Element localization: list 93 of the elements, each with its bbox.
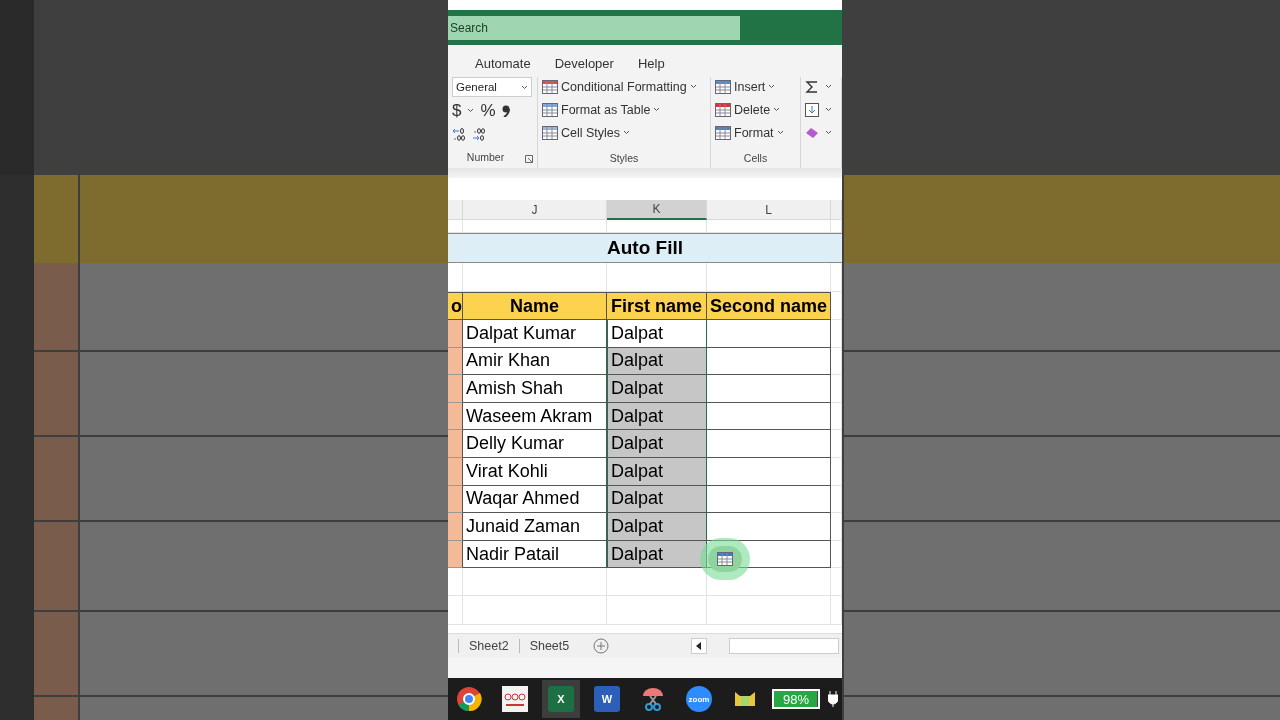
table-icon <box>542 79 558 94</box>
header-cell: o <box>448 292 463 320</box>
table-cell: Junaid Zaman <box>463 513 607 541</box>
table-cell <box>448 347 463 376</box>
header-cell: Name <box>463 292 607 320</box>
column-header[interactable]: L <box>707 200 831 220</box>
ribbon-command[interactable]: Insert <box>715 77 796 96</box>
group-label: Cells <box>742 152 769 166</box>
header-cell: First name <box>607 292 707 320</box>
table-cell <box>448 402 463 431</box>
table-cell: Amish Shah <box>463 375 607 403</box>
table-icon <box>715 102 731 117</box>
currency-button[interactable]: $ <box>452 100 462 121</box>
table-cell <box>448 540 463 569</box>
header-cell: Second name <box>707 292 831 320</box>
table-cell: Dalpat <box>607 347 707 376</box>
battery-indicator: 98% <box>772 689 820 709</box>
table-cell: Dalpat <box>607 513 707 541</box>
horizontal-scrollbar[interactable] <box>729 638 840 654</box>
scissors-icon <box>640 686 666 712</box>
scroll-left-icon[interactable] <box>691 638 708 654</box>
sigma-icon[interactable] <box>805 79 819 94</box>
table-cell: Dalpat <box>607 457 707 486</box>
add-sheet-icon[interactable] <box>593 638 610 654</box>
caret-icon <box>768 84 776 89</box>
table-icon <box>542 102 558 117</box>
grid-cell <box>448 596 463 626</box>
percent-button[interactable]: % <box>480 100 496 121</box>
ribbon-tab[interactable]: Help <box>637 55 665 71</box>
table-cell: Dalpat <box>607 320 707 348</box>
decimal-increase-icon[interactable] <box>452 126 466 141</box>
table-cell: Dalpat Kumar <box>463 320 607 348</box>
table-icon <box>717 552 733 566</box>
ribbon-tab[interactable]: Automate <box>475 55 531 71</box>
table-cell: Dalpat <box>607 540 707 569</box>
table-icon <box>715 79 731 94</box>
table-cell: Dalpat <box>607 430 707 458</box>
table-cell <box>448 375 463 403</box>
auto-fill-options-button[interactable] <box>708 546 742 572</box>
taskbar-button[interactable]: X <box>542 680 580 718</box>
table-cell <box>448 430 463 458</box>
caret-icon <box>776 130 784 135</box>
sheet-tab[interactable]: Sheet5 <box>518 639 580 653</box>
table-cell: Dalpat <box>607 402 707 431</box>
table-cell <box>448 457 463 486</box>
caret-icon <box>825 107 832 112</box>
title-cell: Auto Fill <box>448 233 842 263</box>
number-format-dropdown[interactable]: General <box>452 77 532 97</box>
table-cell: Amir Khan <box>463 347 607 376</box>
sheet-tab[interactable]: Sheet2 <box>458 639 519 653</box>
browser-icon <box>456 686 482 712</box>
search-field[interactable]: Search <box>448 15 740 40</box>
caret-icon <box>467 108 475 113</box>
table-cell: Waseem Akram <box>463 402 607 431</box>
plug-icon <box>828 691 838 707</box>
table-cell <box>448 513 463 541</box>
caret-icon <box>623 130 631 135</box>
decimal-decrease-icon[interactable] <box>472 126 486 141</box>
comma-icon[interactable] <box>501 104 510 117</box>
caret-icon <box>521 84 528 90</box>
table-icon <box>542 125 558 140</box>
table-cell: Delly Kumar <box>463 430 607 458</box>
table-cell: Waqar Ahmed <box>463 485 607 514</box>
column-header[interactable]: J <box>463 200 607 220</box>
group-label: Number <box>465 150 506 165</box>
ribbon-command[interactable]: Format as Table <box>542 100 706 119</box>
caret-icon <box>825 130 832 135</box>
grid-cell <box>448 568 463 597</box>
column-header[interactable]: K <box>607 200 707 220</box>
spreadsheet-icon[interactable]: X <box>548 686 574 712</box>
group-label: Styles <box>608 152 640 166</box>
table-cell: Dalpat <box>607 485 707 514</box>
table-cell <box>448 485 463 514</box>
caret-icon <box>825 84 832 89</box>
fill-down-icon[interactable] <box>805 102 819 117</box>
table-icon <box>715 125 731 140</box>
document-icon[interactable]: W <box>594 686 620 712</box>
table-cell: Virat Kohli <box>463 457 607 486</box>
ribbon-command[interactable]: Delete <box>715 100 796 119</box>
caret-icon <box>689 84 697 89</box>
table-cell <box>448 320 463 348</box>
ribbon-tab[interactable]: Developer <box>554 55 614 71</box>
table-cell: Dalpat <box>607 375 707 403</box>
caret-icon <box>773 107 781 112</box>
taskbar-button[interactable]: W <box>588 680 626 718</box>
ribbon-command[interactable]: Cell Styles <box>542 123 706 142</box>
ribbon-command[interactable]: Conditional Formatting <box>542 77 706 96</box>
people-icon <box>502 686 528 712</box>
table-cell: Nadir Patail <box>463 540 607 569</box>
caret-icon <box>653 107 661 112</box>
eraser-icon[interactable] <box>805 126 819 139</box>
ribbon-command[interactable]: Format <box>715 123 796 142</box>
dialog-launcher-icon[interactable] <box>525 154 533 163</box>
